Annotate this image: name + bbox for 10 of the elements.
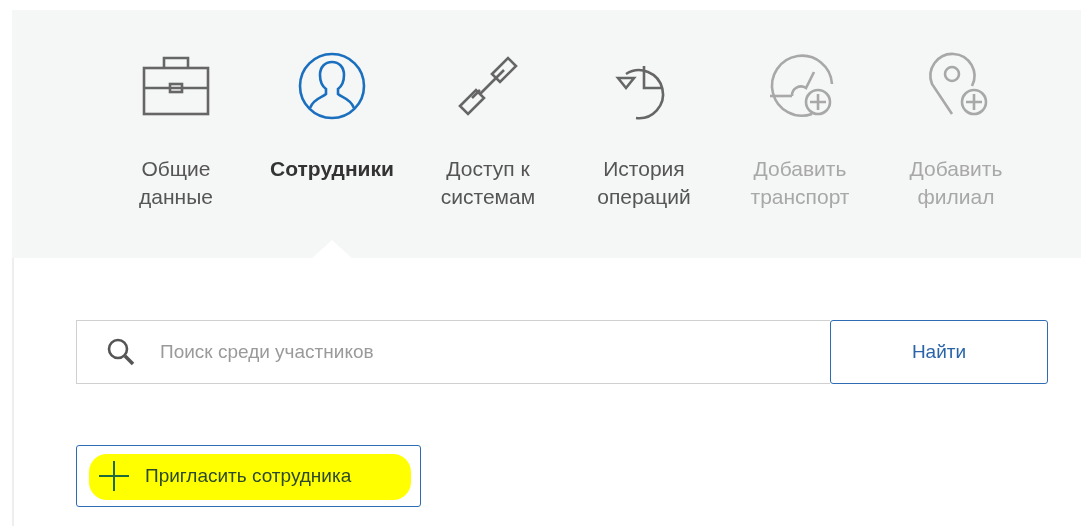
tab[interactable]: Общие данные <box>98 10 254 258</box>
tab[interactable]: Доступ к системам <box>410 10 566 258</box>
find-button[interactable]: Найти <box>830 320 1048 384</box>
plus-icon <box>99 461 129 491</box>
tab[interactable]: История операций <box>566 10 722 258</box>
tab[interactable]: Сотрудники <box>254 10 410 258</box>
invite-button[interactable]: Пригласить сотрудника <box>76 445 421 507</box>
invite-label: Пригласить сотрудника <box>145 465 352 487</box>
search-field[interactable]: Поиск среди участников <box>76 320 830 384</box>
search-icon <box>106 337 136 367</box>
